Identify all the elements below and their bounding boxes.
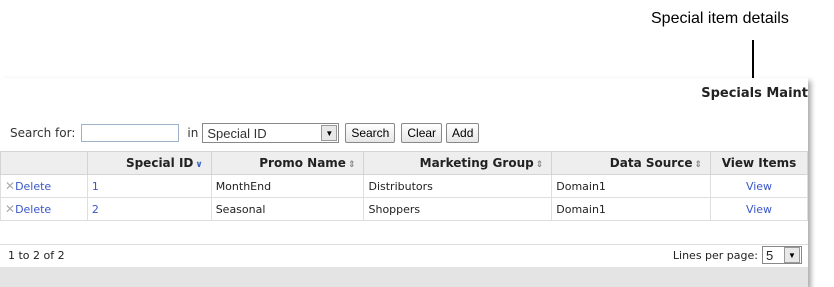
sort-updown-icon[interactable]: ⇕ — [694, 160, 702, 170]
search-field-value: Special ID — [207, 125, 267, 141]
promo-name-cell: Seasonal — [210, 197, 365, 221]
promo-name-cell: MonthEnd — [210, 174, 365, 198]
table-row: ✕Delete 2 Seasonal Shoppers Domain1 View — [0, 197, 808, 221]
add-button[interactable]: Add — [446, 123, 480, 143]
data-source-cell: Domain1 — [551, 197, 711, 221]
col-data-source-label: Data Source — [609, 156, 693, 170]
col-marketing-group-label: Marketing Group — [419, 156, 534, 170]
specials-panel: Specials Maint Search for: in Special ID… — [0, 78, 808, 287]
col-special-id[interactable]: Special ID ∨ — [86, 151, 212, 175]
table-header-row: Special ID ∨ Promo Name ⇕ Marketing Group ⇕… — [0, 151, 808, 175]
page-title: Specials Maint — [701, 86, 808, 101]
search-button[interactable]: Search — [345, 123, 396, 143]
footer-band — [0, 267, 808, 287]
search-label: Search for: — [10, 126, 76, 140]
sort-updown-icon[interactable]: ⇕ — [348, 160, 356, 170]
col-marketing-group[interactable]: Marketing Group ⇕ — [363, 151, 553, 175]
special-id-link[interactable]: 1 — [86, 174, 212, 198]
col-data-source[interactable]: Data Source ⇕ — [551, 151, 711, 175]
view-link[interactable]: View — [710, 174, 808, 198]
search-input[interactable] — [81, 124, 180, 142]
lines-per-page: Lines per page: 5 ▼ — [673, 246, 802, 264]
triangle-down-icon[interactable]: ▼ — [784, 247, 800, 263]
view-link[interactable]: View — [710, 197, 808, 221]
col-view-items: View Items — [710, 151, 808, 175]
data-source-cell: Domain1 — [551, 174, 711, 198]
table-row: ✕Delete 1 MonthEnd Distributors Domain1 … — [0, 174, 808, 198]
chevron-down-icon[interactable]: ∨ — [195, 160, 202, 170]
x-icon: ✕ — [5, 179, 16, 193]
lines-per-page-select[interactable]: 5 ▼ — [762, 246, 802, 264]
marketing-group-cell: Shoppers — [363, 197, 553, 221]
sort-updown-icon[interactable]: ⇕ — [536, 160, 544, 170]
specials-table: Special ID ∨ Promo Name ⇕ Marketing Group ⇕… — [0, 151, 808, 221]
col-action — [0, 151, 88, 175]
special-id-link[interactable]: 2 — [86, 197, 212, 221]
col-special-id-label: Special ID — [125, 156, 194, 170]
col-promo-name[interactable]: Promo Name ⇕ — [210, 151, 365, 175]
triangle-down-icon[interactable]: ▼ — [321, 125, 338, 141]
lines-per-page-value: 5 — [766, 247, 774, 263]
in-label: in — [187, 126, 199, 140]
clear-button[interactable]: Clear — [401, 123, 443, 143]
record-count: 1 to 2 of 2 — [8, 249, 65, 262]
marketing-group-cell: Distributors — [363, 174, 553, 198]
delete-link[interactable]: Delete — [15, 180, 51, 193]
pagination-footer: 1 to 2 of 2 Lines per page: 5 ▼ — [0, 244, 808, 268]
delete-link[interactable]: Delete — [15, 203, 51, 216]
delete-cell[interactable]: ✕Delete — [0, 174, 88, 198]
col-promo-name-label: Promo Name — [259, 156, 346, 170]
x-icon: ✕ — [5, 202, 16, 216]
search-field-select[interactable]: Special ID ▼ — [202, 123, 340, 143]
callout-label: Special item details — [651, 10, 789, 27]
delete-cell[interactable]: ✕Delete — [0, 197, 88, 221]
lines-per-page-label: Lines per page: — [672, 248, 758, 262]
search-bar: Search for: in Special ID ▼ Search Clear… — [10, 122, 480, 144]
